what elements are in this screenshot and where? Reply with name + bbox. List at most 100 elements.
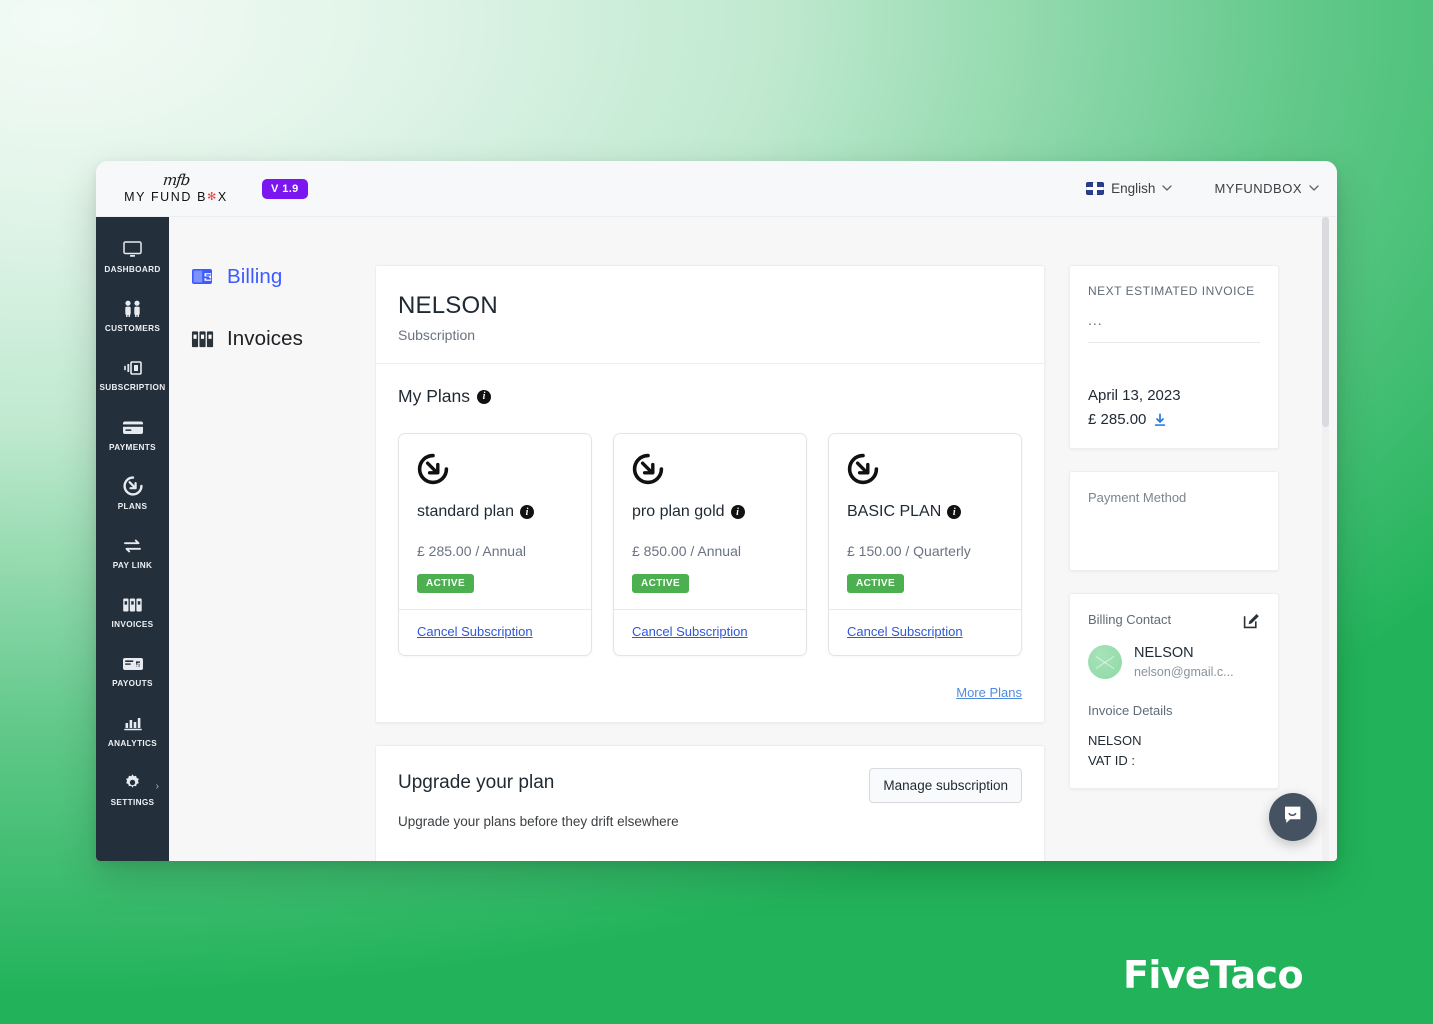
billing-contact-person: NELSON nelson@gmail.c... [1088,644,1260,679]
plan-name: pro plan gold i [632,503,788,521]
more-plans-row: More Plans [376,674,1044,722]
billing-contact-card: Billing Contact NELSON nelson@gmail.c...… [1069,593,1279,789]
sidebar-label: PAY LINK [112,561,153,571]
sidebar-item-payouts[interactable]: PAYOUTS [96,641,169,700]
info-icon[interactable]: i [947,505,962,519]
chat-launcher-button[interactable] [1269,793,1317,841]
sidebar-label: CUSTOMERS [104,324,161,334]
plan-price: £ 850.00 / Annual [632,543,741,559]
plan-card-footer: Cancel Subscription [614,609,806,655]
plan-name-text: standard plan [417,503,514,520]
billing-contact-title: Billing Contact [1088,612,1172,627]
app-window: mfb MY FUND B ✻ X V 1.9 English MYFUNDBOX [96,161,1337,861]
avatar [1088,644,1122,679]
plan-card: pro plan gold i £ 850.00 / Annual ACTIVE… [613,433,807,656]
sidebar-item-dashboard[interactable]: DASHBOARD [96,227,169,286]
subnav-item-invoices[interactable]: Invoices [191,327,375,351]
sidebar-item-invoices[interactable]: INVOICES [96,582,169,641]
sidebar-label: PAYOUTS [112,679,153,689]
plan-card-body: BASIC PLAN i £ 150.00 / Quarterly ACTIVE [829,434,1021,609]
sidebar-item-plans[interactable]: PLANS [96,464,169,523]
plans-arrow-icon [632,453,788,490]
cancel-subscription-link[interactable]: Cancel Subscription [632,624,748,639]
gear-icon [123,773,142,792]
sidebar-item-analytics[interactable]: ANALYTICS [96,701,169,760]
next-invoice-label: NEXT ESTIMATED INVOICE [1088,284,1255,298]
manage-subscription-button[interactable]: Manage subscription [869,768,1022,803]
language-label: English [1111,181,1156,196]
plans-title-text: My Plans [398,386,470,406]
scrollbar-track[interactable] [1322,217,1329,861]
sidebar-item-payments[interactable]: PAYMENTS [96,405,169,464]
subscription-icon [122,358,143,377]
plans-section: My Plans i standard plan i £ 285.00 / An… [376,364,1044,674]
subnav-label: Billing [227,265,283,288]
language-selector[interactable]: English [1086,181,1173,196]
next-invoice-date: April 13, 2023 [1088,387,1181,404]
analytics-icon [123,714,143,733]
uk-flag-icon [1086,182,1105,195]
status-badge: ACTIVE [417,574,475,593]
billing-contact-name: NELSON [1134,645,1194,661]
download-icon[interactable] [1153,413,1167,427]
chevron-right-icon[interactable]: › [156,781,159,792]
sidebar-item-pay-link[interactable]: PAY LINK [96,523,169,582]
billing-contact-text: NELSON nelson@gmail.c... [1134,644,1234,679]
next-invoice-placeholder: ... [1088,312,1103,328]
chat-bubble-icon [1282,804,1304,831]
sidebar-label: ANALYTICS [107,738,158,748]
brand-name: MY FUND B ✻ X [124,190,228,204]
invoice-details-block: NELSON VAT ID : [1088,733,1260,768]
plan-card-body: standard plan i £ 285.00 / Annual ACTIVE [399,434,591,609]
billing-icon [191,266,215,288]
subnav-label: Invoices [227,327,304,350]
invoices-icon [122,595,143,614]
plan-name: BASIC PLAN i [847,503,1003,521]
info-icon[interactable]: i [519,505,534,519]
next-estimated-invoice-card: NEXT ESTIMATED INVOICE ... April 13, 202… [1069,265,1279,449]
sidebar-label: SUBSCRIPTION [99,383,166,393]
info-icon[interactable]: i [730,505,745,519]
topbar-right-group: English MYFUNDBOX [1086,181,1319,196]
billing-contact-email: nelson@gmail.c... [1134,665,1234,679]
brand-name-after: X [217,189,228,204]
top-bar: mfb MY FUND B ✻ X V 1.9 English MYFUNDBOX [96,161,1337,217]
next-invoice-amount-row: £ 285.00 [1088,411,1260,428]
account-selector[interactable]: MYFUNDBOX [1214,181,1319,196]
brand-gear-icon: ✻ [207,191,218,203]
sidebar-label: PLANS [117,501,148,511]
plan-name-text: BASIC PLAN [847,503,942,520]
cancel-subscription-link[interactable]: Cancel Subscription [847,624,963,639]
plan-card-body: pro plan gold i £ 850.00 / Annual ACTIVE [614,434,806,609]
status-badge: ACTIVE [632,574,690,593]
side-column: NEXT ESTIMATED INVOICE ... April 13, 202… [1069,265,1279,861]
plans-arrow-icon [847,453,1003,490]
brand-mark: mfb [161,170,191,189]
payouts-icon [122,654,144,673]
brand-logo[interactable]: mfb MY FUND B ✻ X [110,170,242,204]
plan-grid: standard plan i £ 285.00 / Annual ACTIVE… [398,433,1022,656]
page-title: NELSON [398,292,498,319]
more-plans-link[interactable]: More Plans [956,685,1022,700]
subnav-item-billing[interactable]: Billing [191,265,375,289]
sidebar-item-settings[interactable]: SETTINGS › [96,760,169,819]
scrollbar-thumb[interactable] [1322,217,1329,427]
sidebar-item-subscription[interactable]: SUBSCRIPTION [96,345,169,404]
edit-icon[interactable] [1243,612,1260,629]
next-invoice-amount: £ 285.00 [1088,411,1147,428]
info-icon[interactable]: i [476,389,491,404]
sidebar-item-customers[interactable]: CUSTOMERS [96,286,169,345]
sidebar-rail: DASHBOARD CUSTOMERS SUBSCRIPTION PAYMENT… [96,217,169,861]
plan-card-footer: Cancel Subscription [399,609,591,655]
invoice-detail-vat: VAT ID : [1088,753,1135,768]
upgrade-subtitle: Upgrade your plans before they drift els… [398,814,679,829]
plan-name: standard plan i [417,503,573,521]
cancel-subscription-link[interactable]: Cancel Subscription [417,624,533,639]
plans-arrow-icon [122,476,143,496]
billing-contact-header: Billing Contact [1088,612,1260,629]
divider [1088,342,1260,343]
sidebar-label: PAYMENTS [109,442,156,452]
payment-method-label: Payment Method [1088,490,1187,505]
main-column: NELSON Subscription My Plans i standard … [375,265,1045,861]
app-body: DASHBOARD CUSTOMERS SUBSCRIPTION PAYMENT… [96,217,1337,861]
